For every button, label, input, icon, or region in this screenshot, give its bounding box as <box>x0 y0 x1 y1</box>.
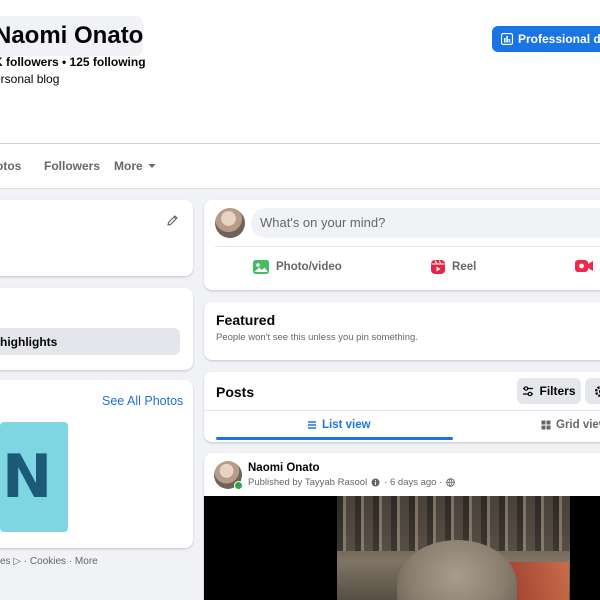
tab-followers-label: Followers <box>44 159 101 173</box>
reel-button[interactable]: Reel <box>430 259 476 275</box>
post-published-by[interactable]: Published by Tayyab Rasool <box>248 477 367 488</box>
posts-header-card: Posts Filters List view Grid view <box>204 372 600 442</box>
tab-more-label: More <box>114 159 143 173</box>
post-photo[interactable] <box>337 496 570 600</box>
posts-header-divider <box>204 410 600 411</box>
featured-card: Featured People won't see this unless yo… <box>204 302 600 360</box>
profile-header: Naomi Onato K followers • 125 following … <box>0 0 600 189</box>
photo-thumbnail-letter: N <box>2 442 53 512</box>
highlights-label: highlights <box>0 335 58 349</box>
live-video-icon <box>575 260 593 272</box>
grid-view-tab[interactable]: Grid view <box>541 419 600 431</box>
online-status-dot <box>234 481 243 490</box>
header-divider <box>0 143 600 144</box>
intro-card <box>0 200 193 276</box>
avatar[interactable] <box>215 208 245 238</box>
list-icon <box>308 421 316 429</box>
tab-photos[interactable]: otos <box>0 159 21 173</box>
list-view-active-indicator <box>216 437 453 440</box>
featured-title: Featured <box>216 312 276 328</box>
chart-icon <box>501 33 513 45</box>
posts-title: Posts <box>216 384 255 400</box>
photo-video-button[interactable]: Photo/video <box>252 259 342 275</box>
list-view-label: List view <box>322 419 371 431</box>
create-post-card: What's on your mind? Photo/video Reel <box>204 200 600 290</box>
tab-followers[interactable]: Followers <box>44 159 100 173</box>
photo-video-icon <box>253 260 269 274</box>
add-highlights-button[interactable]: highlights <box>0 328 180 355</box>
manage-posts-button[interactable] <box>585 378 600 404</box>
post-meta: Published by Tayyab Rasool · 6 days ago … <box>248 477 459 488</box>
profile-name[interactable]: Naomi Onato <box>0 22 143 50</box>
post-media[interactable] <box>204 496 600 600</box>
tab-more[interactable]: More <box>114 159 156 173</box>
composer-divider <box>215 246 600 247</box>
filters-label: Filters <box>539 384 576 398</box>
grid-view-label: Grid view <box>556 419 600 431</box>
post-time[interactable]: · 6 days ago · <box>384 477 442 488</box>
caret-down-icon <box>148 164 156 168</box>
gear-icon <box>594 385 600 397</box>
reel-icon <box>431 260 445 274</box>
photos-card: See All Photos N <box>0 380 193 548</box>
reel-label: Reel <box>452 261 477 273</box>
footer-links[interactable]: es ▷ · Cookies · More <box>0 556 98 567</box>
live-video-button[interactable] <box>574 259 600 273</box>
grid-icon <box>541 420 551 430</box>
globe-icon <box>446 478 456 487</box>
highlights-card: highlights <box>0 288 193 370</box>
tab-photos-label: otos <box>0 159 22 173</box>
list-view-tab[interactable]: List view <box>307 419 371 431</box>
professional-dashboard-label: Professional dash <box>518 32 600 46</box>
filters-icon <box>523 385 534 396</box>
info-icon[interactable] <box>371 478 380 487</box>
featured-subtitle: People won't see this unless you pin som… <box>216 332 418 343</box>
profile-follow-stats[interactable]: K followers • 125 following <box>0 55 146 69</box>
post-author-name[interactable]: Naomi Onato <box>248 462 320 474</box>
photo-thumbnail[interactable]: N <box>0 422 68 532</box>
filters-button[interactable]: Filters <box>517 378 581 404</box>
see-all-photos-link[interactable]: See All Photos <box>102 394 183 408</box>
whats-on-your-mind-input[interactable]: What's on your mind? <box>251 208 600 238</box>
post-card: Naomi Onato Published by Tayyab Rasool ·… <box>204 453 600 600</box>
photo-video-label: Photo/video <box>276 261 342 273</box>
professional-dashboard-button[interactable]: Professional dash <box>492 26 600 52</box>
edit-pencil-icon[interactable] <box>166 214 179 227</box>
profile-category: ersonal blog <box>0 72 60 86</box>
